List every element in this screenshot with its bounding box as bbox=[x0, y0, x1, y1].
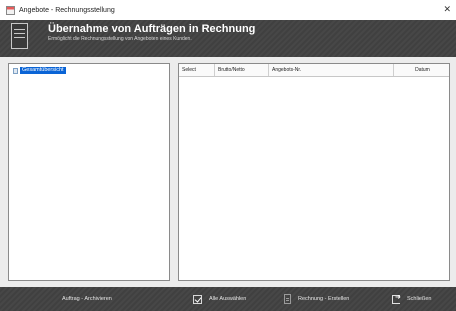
create-invoice-label: Rechnung - Erstellen bbox=[298, 296, 350, 302]
column-header-select[interactable]: Select bbox=[179, 64, 215, 76]
exit-icon bbox=[392, 293, 401, 304]
checkbox-checked-icon bbox=[193, 294, 202, 304]
close-button[interactable]: Schließen bbox=[392, 287, 431, 311]
offers-list[interactable]: Select Brutto/Netto Angebots-Nr. Datum bbox=[178, 63, 450, 281]
tree-panel[interactable]: Gesamtübersicht bbox=[8, 63, 170, 281]
tree-item-gesamtuebersicht[interactable]: Gesamtübersicht bbox=[13, 67, 66, 74]
main-area: Gesamtübersicht Select Brutto/Netto Ange… bbox=[0, 57, 456, 287]
close-icon[interactable]: ✕ bbox=[443, 4, 451, 15]
column-header-angebots-nr[interactable]: Angebots-Nr. bbox=[269, 64, 394, 76]
window-titlebar: Angebote - Rechnungsstellung ✕ bbox=[0, 0, 456, 20]
list-header: Select Brutto/Netto Angebots-Nr. Datum bbox=[179, 64, 449, 77]
window-title: Angebote - Rechnungsstellung bbox=[19, 6, 115, 14]
document-list-icon bbox=[11, 23, 28, 49]
close-label: Schließen bbox=[407, 296, 432, 302]
select-all-label: Alle Auswählen bbox=[209, 296, 247, 302]
archive-order-label: Auftrag - Archivieren bbox=[62, 296, 112, 302]
header-banner: Übernahme von Aufträgen in Rechnung Ermö… bbox=[0, 20, 456, 57]
folder-icon bbox=[13, 67, 18, 74]
page-subtitle: Ermöglicht die Rechnungsstellung von Ang… bbox=[48, 36, 192, 42]
select-all-button[interactable]: Alle Auswählen bbox=[193, 287, 246, 311]
tree-item-label: Gesamtübersicht bbox=[20, 67, 66, 74]
footer-toolbar: Auftrag - Archivieren Alle Auswählen Rec… bbox=[0, 287, 456, 311]
document-icon bbox=[284, 294, 291, 304]
create-invoice-button[interactable]: Rechnung - Erstellen bbox=[284, 287, 349, 311]
page-title: Übernahme von Aufträgen in Rechnung bbox=[48, 23, 256, 35]
archive-order-button[interactable]: Auftrag - Archivieren bbox=[62, 287, 112, 311]
column-header-brutto-netto[interactable]: Brutto/Netto bbox=[215, 64, 269, 76]
app-icon bbox=[6, 5, 15, 15]
column-header-datum[interactable]: Datum bbox=[394, 64, 451, 76]
